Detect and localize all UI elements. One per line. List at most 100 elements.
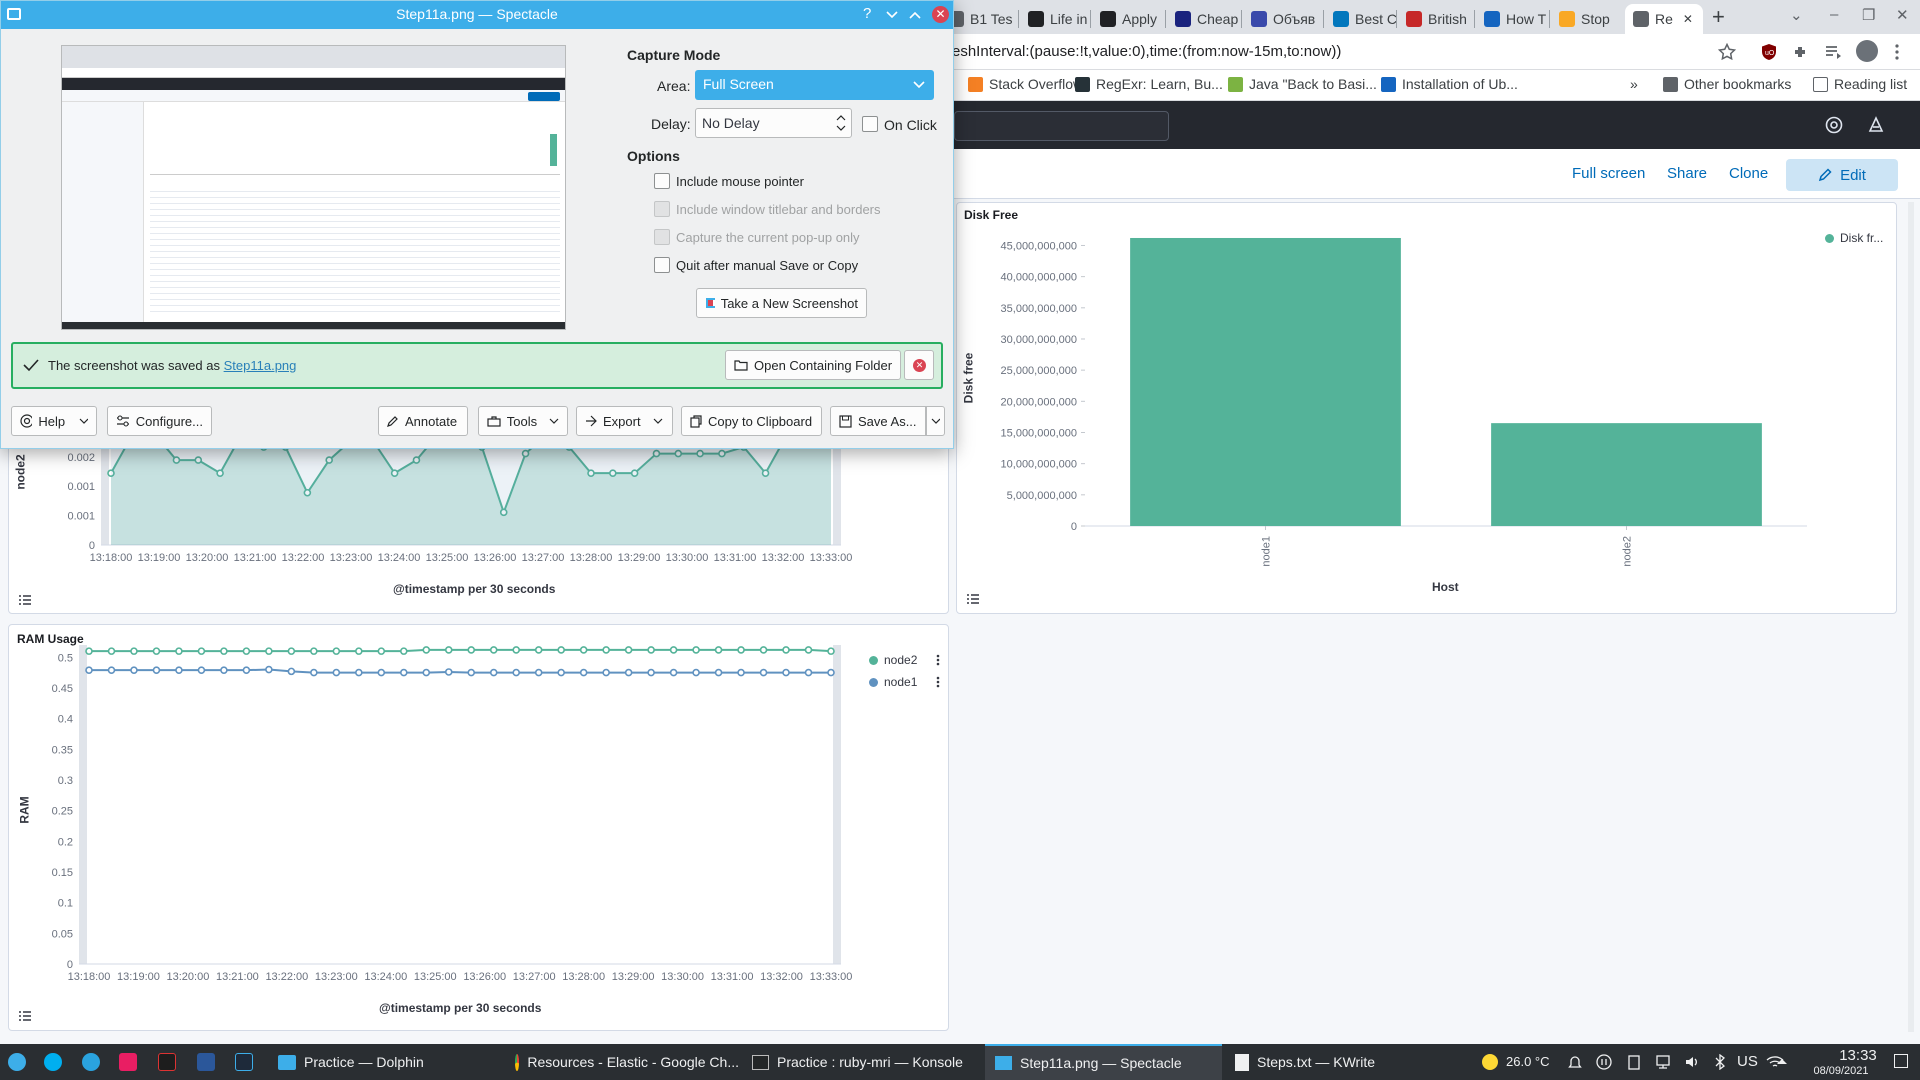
task-chrome[interactable]: Resources - Elastic - Google Ch... [505,1044,739,1080]
spin-arrows-icon[interactable] [836,113,846,133]
other-bookmarks-folder[interactable]: Other bookmarks [1663,76,1791,92]
notifications-icon[interactable] [1567,1054,1583,1070]
quit-after-save-checkbox[interactable] [654,257,670,273]
browser-tab[interactable]: British [1398,4,1470,34]
y-tick-label: 0.15 [52,867,73,879]
bookmark-item[interactable]: Java "Back to Basi... [1228,76,1377,92]
weather-icon[interactable] [1482,1054,1498,1070]
word-icon[interactable] [197,1053,215,1071]
more-bookmarks-button[interactable]: » [1630,76,1638,92]
save-as-button[interactable]: Save As... [830,406,926,436]
keyboard-layout[interactable]: US [1737,1053,1758,1070]
task-konsole[interactable]: Practice : ruby-mri — Konsole [742,1044,982,1080]
media-icon[interactable] [1824,43,1842,61]
help-icon[interactable]: ? [863,5,871,22]
legend-item-disk[interactable]: Disk fr... [1825,231,1883,245]
copy-to-clipboard-button[interactable]: Copy to Clipboard [681,406,822,436]
browser-tab[interactable]: Apply [1092,4,1164,34]
jetbrains-icon[interactable] [119,1053,137,1071]
saved-file-link[interactable]: Step11a.png [224,358,297,373]
minimize-icon[interactable] [885,9,899,21]
bookmark-item[interactable]: Installation of Ub... [1381,76,1518,92]
reading-list-button[interactable]: Reading list [1813,76,1907,92]
clone-button[interactable]: Clone [1729,165,1768,182]
tab-search-icon[interactable]: ⌄ [1790,6,1803,24]
bluetooth-icon[interactable] [1713,1054,1727,1070]
tools-button[interactable]: Tools [478,406,568,436]
browser-tab[interactable]: Life in [1020,4,1092,34]
bookmark-item[interactable]: RegExr: Learn, Bu... [1075,76,1223,92]
take-new-screenshot-button[interactable]: Take a New Screenshot [696,288,867,318]
legend-item-node2[interactable]: node2 [869,653,917,667]
ublock-icon[interactable]: uO [1760,43,1778,61]
legend-toggle-icon[interactable] [965,592,981,606]
data-point [377,668,386,677]
global-search-input[interactable] [954,111,1169,141]
star-icon[interactable] [1718,43,1736,61]
legend-item-node1[interactable]: node1 [869,675,917,689]
legend-toggle-icon[interactable] [17,1009,33,1023]
volume-icon[interactable] [1684,1054,1700,1070]
browser-tab[interactable]: Cheap [1167,4,1239,34]
help-icon[interactable] [1825,116,1843,134]
rubymine-icon[interactable] [158,1053,176,1071]
legend-toggle-icon[interactable] [17,593,33,607]
include-mouse-pointer-checkbox[interactable] [654,173,670,189]
media-player-icon[interactable] [1596,1054,1612,1070]
screenshot-preview[interactable] [61,45,566,330]
extensions-icon[interactable] [1792,43,1810,61]
spectacle-titlebar[interactable]: Step11a.png — Spectacle ? ✕ [1,1,953,29]
menu-icon[interactable] [1888,43,1906,61]
browser-tab-label: Cheap [1197,11,1239,27]
pencil-icon [1818,168,1832,182]
task-kwrite[interactable]: Steps.txt — KWrite [1225,1044,1459,1080]
tray-expand-icon[interactable] [1776,1056,1788,1066]
open-containing-folder-button[interactable]: Open Containing Folder [725,350,902,380]
export-button[interactable]: Export [576,406,673,436]
browser-tab[interactable]: Re ✕ [1625,4,1703,34]
browser-tab[interactable]: Best C [1325,4,1397,34]
network-icon[interactable] [1655,1054,1671,1070]
window-restore-icon[interactable]: ❐ [1862,6,1875,24]
edit-button[interactable]: Edit [1786,159,1898,191]
data-point [332,647,341,655]
scrollbar-track[interactable] [1908,202,1914,1032]
data-point [579,668,588,677]
save-options-button[interactable] [926,406,945,436]
terminal-icon[interactable] [235,1053,253,1071]
clock-date[interactable]: 08/09/2021 [1800,1065,1882,1077]
delay-value: No Delay [702,115,760,131]
browser-tab[interactable]: Объяв [1243,4,1315,34]
browser-tab[interactable]: Stop [1551,4,1623,34]
annotate-button[interactable]: Annotate [378,406,468,436]
app-launcher-icon[interactable] [8,1053,26,1071]
share-button[interactable]: Share [1667,165,1707,182]
area-select[interactable]: Full Screen [695,70,934,100]
close-tab-icon[interactable]: ✕ [1683,12,1693,26]
newsfeed-icon[interactable] [1867,116,1885,134]
configure-button[interactable]: Configure... [107,406,212,436]
skype-icon[interactable] [44,1053,62,1071]
browser-tab[interactable]: How T [1476,4,1548,34]
address-text[interactable]: eshInterval:(pause:!t,value:0),time:(fro… [952,43,1341,60]
full-screen-button[interactable]: Full screen [1572,165,1645,182]
maximize-icon[interactable] [908,9,922,21]
telegram-icon[interactable] [82,1053,100,1071]
show-desktop-icon[interactable] [1894,1054,1908,1068]
delay-spinbox[interactable]: No Delay [695,108,852,138]
window-minimize-icon[interactable]: – [1830,6,1838,23]
bookmark-item[interactable]: Stack Overflow [968,76,1083,92]
window-close-icon[interactable]: ✕ [1896,6,1909,24]
clock-time[interactable]: 13:33 [1832,1047,1884,1064]
help-button[interactable]: Help [11,406,97,436]
clipboard-icon[interactable] [1626,1054,1642,1070]
legend-actions-icon[interactable] [935,653,941,693]
close-icon[interactable]: ✕ [932,6,949,23]
profile-avatar[interactable] [1856,40,1878,62]
on-click-checkbox[interactable] [862,116,878,132]
dismiss-button[interactable]: ✕ [904,350,934,380]
task-spectacle[interactable]: Step11a.png — Spectacle [985,1044,1222,1080]
new-tab-button[interactable]: + [1712,4,1725,30]
weather-temp[interactable]: 26.0 °C [1506,1054,1550,1069]
task-dolphin[interactable]: Practice — Dolphin [268,1044,502,1080]
